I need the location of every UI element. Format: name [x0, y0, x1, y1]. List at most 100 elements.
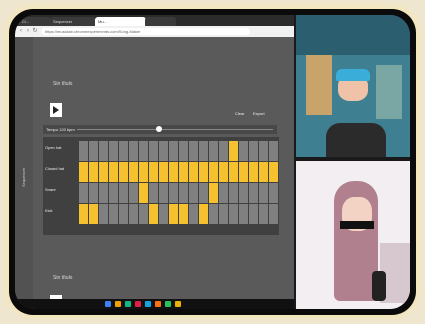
grid-cell[interactable]: [179, 183, 188, 203]
grid-cell[interactable]: [239, 141, 248, 161]
grid-cell[interactable]: [169, 162, 178, 182]
grid-cell[interactable]: [129, 183, 138, 203]
grid-cell[interactable]: [249, 183, 258, 203]
tempo-slider-track[interactable]: [77, 129, 273, 130]
grid-cell[interactable]: [149, 141, 158, 161]
grid-cell[interactable]: [119, 183, 128, 203]
tab-2[interactable]: Sequencer: [50, 17, 96, 26]
grid-cell[interactable]: [259, 141, 268, 161]
grid-cell[interactable]: [239, 162, 248, 182]
grid-cell[interactable]: [99, 183, 108, 203]
grid-cell[interactable]: [189, 162, 198, 182]
grid-cell[interactable]: [239, 204, 248, 224]
grid-cell[interactable]: [189, 141, 198, 161]
grid-cell[interactable]: [249, 204, 258, 224]
grid-cell[interactable]: [139, 204, 148, 224]
grid-cell[interactable]: [179, 141, 188, 161]
grid-cell[interactable]: [79, 141, 88, 161]
forward-icon[interactable]: ›: [25, 28, 31, 35]
grid-cell[interactable]: [159, 162, 168, 182]
grid-cell[interactable]: [209, 162, 218, 182]
grid-cell[interactable]: [149, 204, 158, 224]
grid-cell[interactable]: [139, 183, 148, 203]
grid-cell[interactable]: [209, 183, 218, 203]
grid-cell[interactable]: [259, 162, 268, 182]
grid-cell[interactable]: [149, 162, 158, 182]
grid-cell[interactable]: [89, 204, 98, 224]
play-button[interactable]: [50, 103, 62, 117]
grid-cell[interactable]: [99, 204, 108, 224]
grid-cell[interactable]: [79, 162, 88, 182]
grid-cell[interactable]: [109, 162, 118, 182]
grid-cell[interactable]: [259, 204, 268, 224]
grid-cell[interactable]: [259, 183, 268, 203]
grid-cell[interactable]: [229, 204, 238, 224]
grid-cell[interactable]: [219, 141, 228, 161]
grid-cell[interactable]: [109, 204, 118, 224]
grid-cell[interactable]: [159, 183, 168, 203]
grid-cell[interactable]: [269, 183, 278, 203]
grid-cell[interactable]: [169, 141, 178, 161]
grid-cell[interactable]: [219, 204, 228, 224]
taskbar-app-icon[interactable]: [145, 301, 151, 307]
grid-cell[interactable]: [109, 183, 118, 203]
grid-cell[interactable]: [79, 204, 88, 224]
grid-cell[interactable]: [89, 162, 98, 182]
grid-cell[interactable]: [149, 183, 158, 203]
grid-cell[interactable]: [159, 141, 168, 161]
grid-cell[interactable]: [119, 204, 128, 224]
grid-cell[interactable]: [169, 204, 178, 224]
taskbar-app-icon[interactable]: [175, 301, 181, 307]
tab-4[interactable]: [145, 17, 176, 26]
grid-cell[interactable]: [219, 162, 228, 182]
grid-cell[interactable]: [249, 141, 258, 161]
grid-cell[interactable]: [199, 141, 208, 161]
grid-cell[interactable]: [189, 204, 198, 224]
grid-cell[interactable]: [269, 204, 278, 224]
grid-cell[interactable]: [109, 141, 118, 161]
grid-cell[interactable]: [269, 162, 278, 182]
tab-3-active[interactable]: Mu...: [95, 17, 146, 26]
grid-cell[interactable]: [199, 204, 208, 224]
grid-cell[interactable]: [99, 141, 108, 161]
grid-cell[interactable]: [89, 183, 98, 203]
tab-1[interactable]: Cl...: [19, 17, 51, 26]
grid-cell[interactable]: [139, 141, 148, 161]
grid-cell[interactable]: [199, 183, 208, 203]
back-icon[interactable]: ‹: [18, 28, 24, 35]
grid-cell[interactable]: [119, 162, 128, 182]
grid-cell[interactable]: [219, 183, 228, 203]
grid-cell[interactable]: [229, 183, 238, 203]
taskbar-app-icon[interactable]: [105, 301, 111, 307]
grid-cell[interactable]: [89, 141, 98, 161]
grid-cell[interactable]: [159, 204, 168, 224]
grid-cell[interactable]: [99, 162, 108, 182]
grid-cell[interactable]: [199, 162, 208, 182]
grid-cell[interactable]: [179, 162, 188, 182]
grid-cell[interactable]: [119, 141, 128, 161]
taskbar-app-icon[interactable]: [115, 301, 121, 307]
refresh-icon[interactable]: ↻: [32, 28, 38, 35]
taskbar-app-icon[interactable]: [165, 301, 171, 307]
taskbar-app-icon[interactable]: [135, 301, 141, 307]
grid-cell[interactable]: [179, 204, 188, 224]
export-link-1[interactable]: Export: [253, 111, 265, 116]
grid-cell[interactable]: [229, 141, 238, 161]
grid-cell[interactable]: [229, 162, 238, 182]
taskbar-app-icon[interactable]: [155, 301, 161, 307]
grid-cell[interactable]: [189, 183, 198, 203]
grid-cell[interactable]: [129, 141, 138, 161]
grid-cell[interactable]: [239, 183, 248, 203]
grid-cell[interactable]: [139, 162, 148, 182]
grid-cell[interactable]: [249, 162, 258, 182]
grid-cell[interactable]: [129, 162, 138, 182]
clear-link-1[interactable]: Clear: [235, 111, 245, 116]
url-field[interactable]: https://musiclab.chromeexperiments.com/S…: [41, 28, 250, 35]
taskbar-app-icon[interactable]: [125, 301, 131, 307]
grid-cell[interactable]: [169, 183, 178, 203]
grid-cell[interactable]: [79, 183, 88, 203]
grid-cell[interactable]: [209, 141, 218, 161]
grid-cell[interactable]: [269, 141, 278, 161]
grid-cell[interactable]: [129, 204, 138, 224]
tempo-slider-knob[interactable]: [156, 126, 163, 132]
